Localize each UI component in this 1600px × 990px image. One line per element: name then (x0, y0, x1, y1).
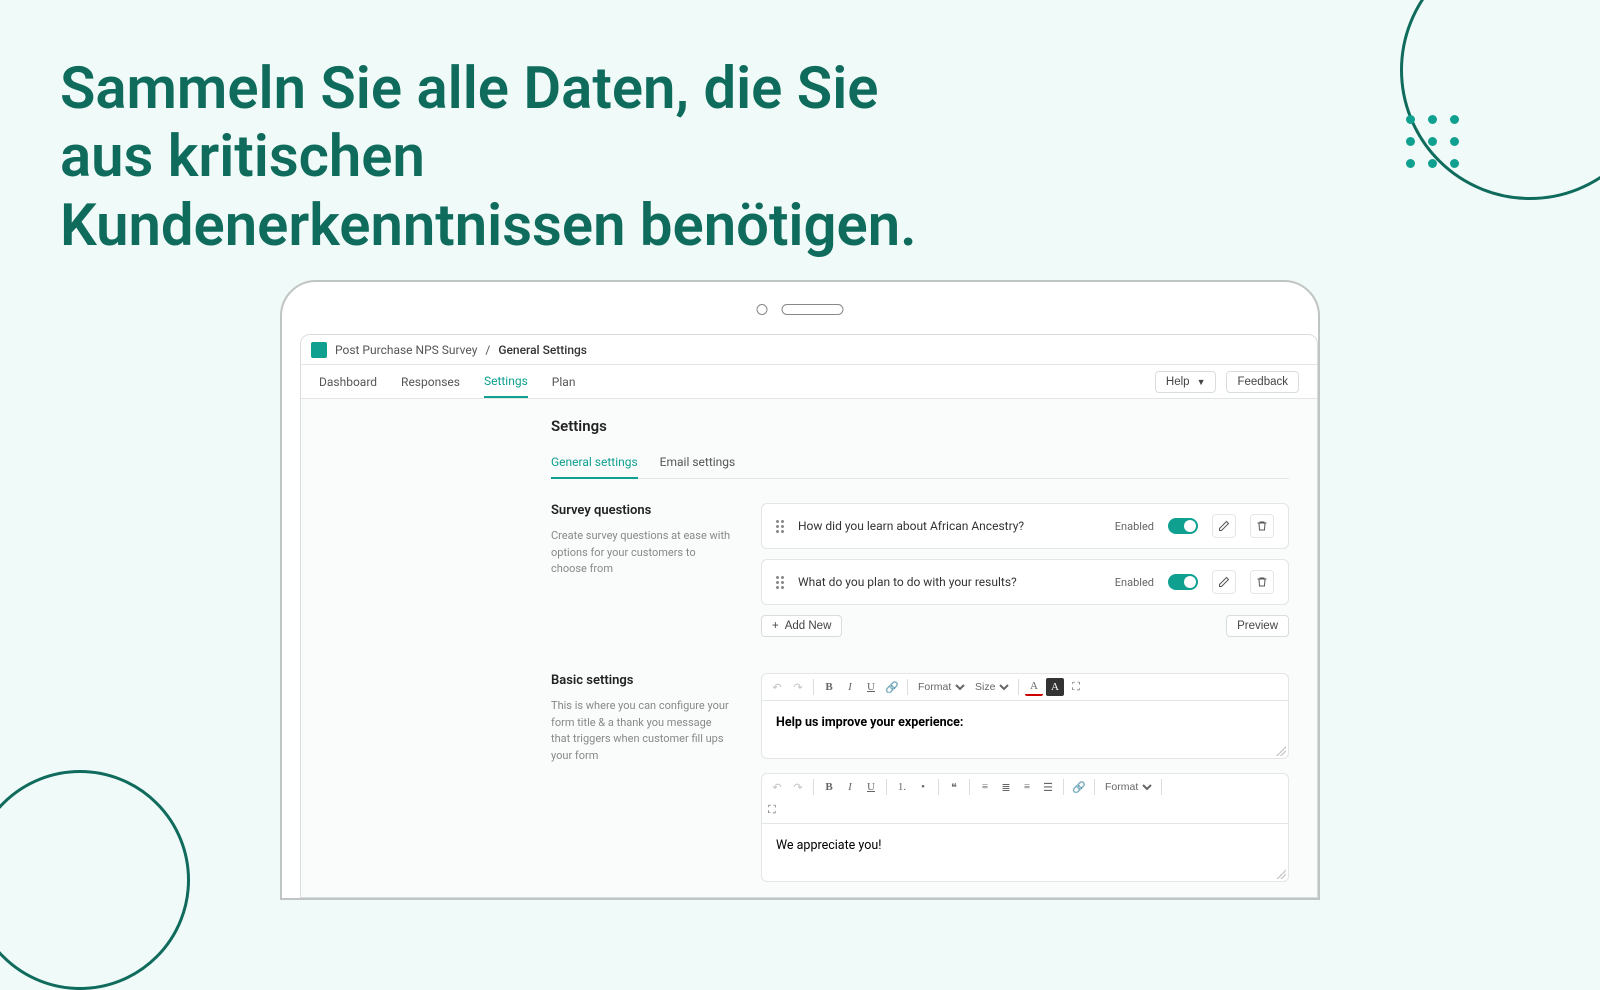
tab-settings[interactable]: Settings (484, 366, 528, 398)
undo-icon[interactable]: ↶ (768, 678, 786, 696)
decor-circle-tr (1400, 0, 1600, 200)
help-label: Help (1166, 376, 1190, 388)
content-area: Settings General settings Email settings… (301, 399, 1317, 897)
breadcrumb-app: Post Purchase NPS Survey (335, 343, 477, 357)
enabled-toggle[interactable] (1168, 518, 1198, 534)
maximize-icon[interactable]: ⛶ (768, 801, 1282, 819)
align-center-icon[interactable]: ≣ (997, 778, 1015, 796)
italic-icon[interactable]: I (841, 678, 859, 696)
title-editor-body[interactable]: Help us improve your experience: (762, 701, 1288, 758)
add-new-button[interactable]: + Add New (761, 615, 842, 637)
basic-settings-desc: This is where you can configure your for… (551, 698, 731, 764)
question-card: What do you plan to do with your results… (761, 559, 1289, 605)
underline-icon[interactable]: U (862, 678, 880, 696)
drag-handle-icon[interactable] (776, 576, 784, 589)
bold-icon[interactable]: B (820, 778, 838, 796)
redo-icon[interactable]: ↷ (789, 678, 807, 696)
tablet-notch (757, 304, 844, 315)
breadcrumb-current: General Settings (498, 343, 587, 357)
section-survey-questions: Survey questions Create survey questions… (551, 503, 1289, 637)
chevron-down-icon: ▼ (1197, 377, 1206, 387)
format-select[interactable]: Format (914, 680, 968, 694)
thankyou-editor-body[interactable]: We appreciate you! (762, 824, 1288, 881)
thankyou-editor: ↶ ↷ B I U 1. • ❝ ≡ (761, 773, 1289, 882)
page-title: Settings (551, 417, 1289, 435)
redo-icon[interactable]: ↷ (789, 778, 807, 796)
maximize-icon[interactable]: ⛶ (1067, 678, 1085, 696)
align-left-icon[interactable]: ≡ (976, 778, 994, 796)
align-justify-icon[interactable]: ☰ (1039, 778, 1057, 796)
list-ol-icon[interactable]: 1. (893, 778, 911, 796)
question-text: What do you plan to do with your results… (798, 575, 1101, 589)
trash-icon (1256, 520, 1268, 532)
app-window: Post Purchase NPS Survey / General Setti… (300, 334, 1318, 898)
basic-settings-heading: Basic settings (551, 673, 731, 688)
quote-icon[interactable]: ❝ (945, 778, 963, 796)
plus-icon: + (772, 620, 779, 632)
page-headline: Sammeln Sie alle Daten, die Sie aus krit… (60, 55, 960, 260)
preview-button[interactable]: Preview (1226, 615, 1289, 637)
link-icon[interactable]: 🔗 (883, 678, 901, 696)
drag-handle-icon[interactable] (776, 520, 784, 533)
section-basic-settings: Basic settings This is where you can con… (551, 673, 1289, 896)
pencil-icon (1218, 576, 1230, 588)
enabled-toggle[interactable] (1168, 574, 1198, 590)
tablet-frame: Post Purchase NPS Survey / General Setti… (280, 280, 1320, 900)
title-editor: ↶ ↷ B I U 🔗 Format Size A A (761, 673, 1289, 759)
help-button[interactable]: Help ▼ (1155, 371, 1217, 393)
sub-tabs: General settings Email settings (551, 447, 1289, 479)
edit-button[interactable] (1212, 514, 1236, 538)
nav-row: Dashboard Responses Settings Plan Help ▼… (301, 365, 1317, 399)
app-header: Post Purchase NPS Survey / General Setti… (301, 335, 1317, 365)
delete-button[interactable] (1250, 514, 1274, 538)
underline-icon[interactable]: U (862, 778, 880, 796)
app-logo-icon (311, 342, 327, 358)
edit-button[interactable] (1212, 570, 1236, 594)
subtab-email-settings[interactable]: Email settings (660, 447, 736, 478)
pencil-icon (1218, 520, 1230, 532)
size-select[interactable]: Size (971, 680, 1012, 694)
breadcrumb-sep: / (485, 343, 490, 357)
resize-handle-icon[interactable] (1276, 869, 1286, 879)
tab-dashboard[interactable]: Dashboard (319, 367, 377, 397)
tablet-camera-icon (757, 304, 768, 315)
status-label: Enabled (1115, 576, 1154, 589)
survey-questions-desc: Create survey questions at ease with opt… (551, 528, 731, 578)
question-card: How did you learn about African Ancestry… (761, 503, 1289, 549)
trash-icon (1256, 576, 1268, 588)
feedback-button[interactable]: Feedback (1226, 371, 1299, 393)
decor-dots-grid (1406, 115, 1460, 169)
rte-toolbar: ↶ ↷ B I U 🔗 Format Size A A (762, 674, 1288, 701)
subtab-general-settings[interactable]: General settings (551, 447, 638, 479)
decor-circle-bl (0, 770, 190, 990)
format-select[interactable]: Format (1101, 780, 1155, 794)
italic-icon[interactable]: I (841, 778, 859, 796)
tab-responses[interactable]: Responses (401, 367, 460, 397)
list-ul-icon[interactable]: • (914, 778, 932, 796)
rte-toolbar: ↶ ↷ B I U 1. • ❝ ≡ (762, 774, 1288, 824)
resize-handle-icon[interactable] (1276, 746, 1286, 756)
tab-plan[interactable]: Plan (552, 367, 576, 397)
survey-questions-heading: Survey questions (551, 503, 731, 518)
undo-icon[interactable]: ↶ (768, 778, 786, 796)
align-right-icon[interactable]: ≡ (1018, 778, 1036, 796)
add-new-label: Add New (785, 620, 832, 632)
link-icon[interactable]: 🔗 (1070, 778, 1088, 796)
text-color-icon[interactable]: A (1025, 678, 1043, 696)
bg-color-icon[interactable]: A (1046, 678, 1064, 696)
delete-button[interactable] (1250, 570, 1274, 594)
question-text: How did you learn about African Ancestry… (798, 519, 1101, 533)
tablet-speaker-icon (782, 304, 844, 315)
bold-icon[interactable]: B (820, 678, 838, 696)
status-label: Enabled (1115, 520, 1154, 533)
